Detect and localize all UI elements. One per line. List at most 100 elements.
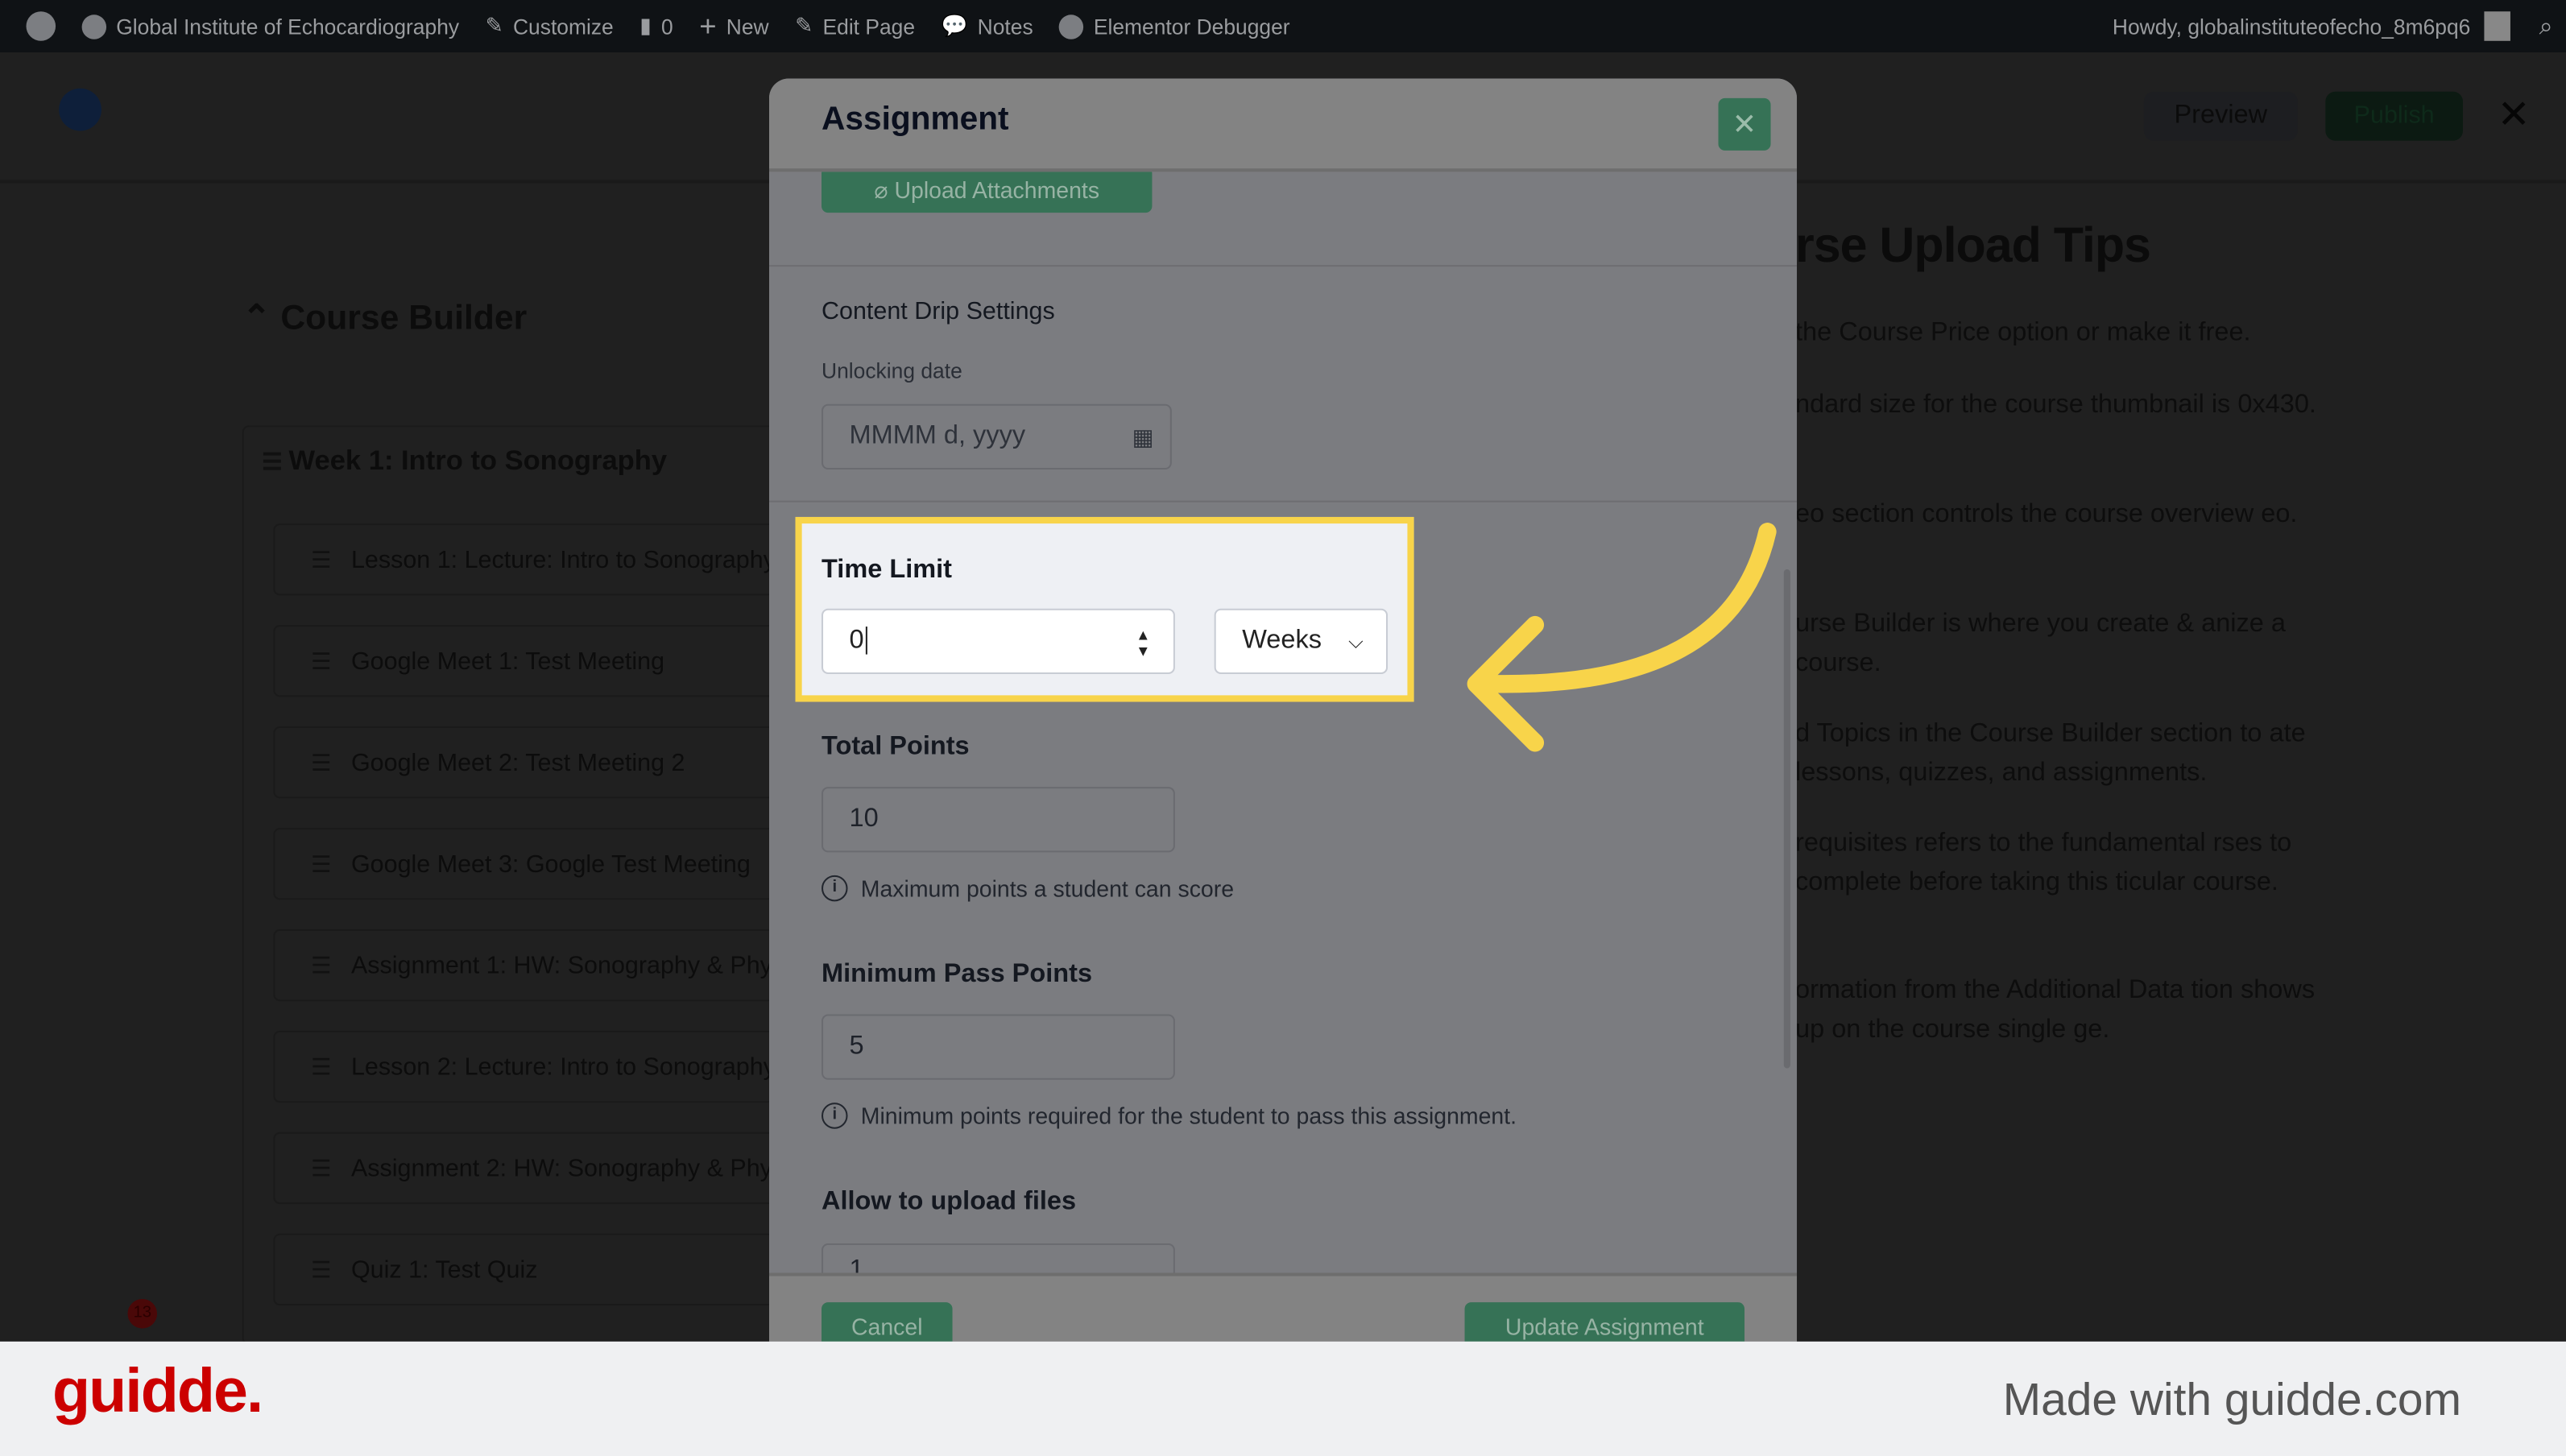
tip-text: ndard size for the course thumbnail is 0… — [1794, 391, 2316, 420]
course-builder-label: Course Builder — [280, 299, 528, 337]
drag-handle-icon[interactable]: ☰ — [311, 1255, 332, 1284]
notification-badge[interactable]: 13 — [127, 1299, 158, 1329]
site-name: Global Institute of Echocardiography — [116, 14, 460, 39]
made-with-text: Made with guidde.com — [2002, 1374, 2461, 1425]
tip-text: eo section controls the course overview … — [1794, 500, 2298, 529]
drag-handle-icon[interactable]: ☰ — [311, 1053, 332, 1081]
drag-handle-icon[interactable]: ☰ — [311, 748, 332, 776]
date-placeholder: MMMM d, yyyy — [849, 422, 1026, 450]
unlocking-date-input[interactable]: MMMM d, yyyy ▦ — [822, 403, 1172, 470]
guidde-footer: guidde. Made with guidde.com — [0, 1341, 2566, 1456]
comments-link[interactable]: ▮ 0 — [639, 13, 673, 39]
publish-button[interactable]: Publish — [2325, 91, 2464, 141]
notes-label: Notes — [977, 14, 1033, 39]
list-item[interactable]: ☰ Assignment 1: HW: Sonography & Physics — [273, 929, 781, 1002]
list-item[interactable]: ☰ Lesson 1: Lecture: Intro to Sonography — [273, 523, 781, 596]
total-points-help: i Maximum points a student can score — [822, 875, 1234, 902]
arrow-annotation — [1467, 523, 1777, 752]
drag-handle-icon[interactable]: ☰ — [262, 449, 288, 475]
tip-text: the Course Price option or make it free. — [1794, 319, 2251, 347]
item-label: Google Meet 1: Test Meeting — [350, 647, 665, 675]
total-points-label: Total Points — [822, 733, 970, 761]
calendar-icon[interactable]: ▦ — [1132, 406, 1154, 468]
list-item[interactable]: ☰ Lesson 2: Lecture: Intro to Sonography — [273, 1030, 781, 1103]
min-pass-help: i Minimum points required for the student… — [822, 1102, 1517, 1129]
min-pass-value: 5 — [849, 1032, 864, 1061]
item-label: Lesson 1: Lecture: Intro to Sonography — [350, 545, 776, 574]
time-limit-highlight: Time Limit 0 ▲ ▼ Weeks ⌵ — [795, 516, 1414, 702]
item-label: Assignment 2: HW: Sonography & Physics — [350, 1154, 781, 1182]
upload-files-label: Allow to upload files — [822, 1187, 1077, 1216]
drag-handle-icon[interactable]: ☰ — [311, 850, 332, 878]
tip-text: requisites refers to the fundamental rse… — [1794, 829, 2292, 897]
upload-label: Upload Attachments — [894, 176, 1100, 203]
item-label: Google Meet 2: Test Meeting 2 — [350, 748, 685, 776]
cancel-button[interactable]: Cancel — [822, 1302, 953, 1342]
modal-header: Assignment ✕ — [768, 78, 1798, 172]
update-assignment-button[interactable]: Update Assignment — [1464, 1302, 1745, 1342]
item-label: Quiz 1: Test Quiz — [350, 1255, 538, 1284]
divider — [768, 500, 1798, 503]
edit-page-link[interactable]: ✎ Edit Page — [795, 13, 915, 39]
site-name-link[interactable]: Global Institute of Echocardiography — [81, 14, 460, 39]
admin-bar: Global Institute of Echocardiography ✎ Cu… — [0, 0, 2566, 53]
info-icon — [1059, 14, 1084, 39]
course-builder-title[interactable]: ⌃ Course Builder — [242, 298, 527, 339]
close-editor-icon[interactable]: ✕ — [2498, 92, 2531, 139]
new-link[interactable]: + New — [699, 9, 768, 43]
help-text: Minimum points required for the student … — [860, 1102, 1517, 1129]
pencil-icon: ✎ — [795, 13, 813, 38]
time-limit-label: Time Limit — [822, 556, 952, 585]
divider — [768, 265, 1798, 267]
item-label: Lesson 2: Lecture: Intro to Sonography — [350, 1053, 776, 1081]
min-pass-label: Minimum Pass Points — [822, 960, 1093, 989]
modal-footer: Cancel Update Assignment — [768, 1272, 1798, 1342]
customize-label: Customize — [512, 14, 614, 39]
info-icon: i — [822, 1102, 848, 1129]
site-logo-icon — [59, 88, 101, 131]
drag-handle-icon[interactable]: ☰ — [311, 1154, 332, 1182]
topic-title[interactable]: ☰ Week 1: Intro to Sonography — [262, 445, 667, 478]
tips-title: rse Upload Tips — [1794, 219, 2151, 274]
time-unit-select[interactable]: Weeks ⌵ — [1214, 608, 1389, 674]
debugger-label: Elementor Debugger — [1093, 14, 1290, 39]
list-item[interactable]: ☰ Google Meet 1: Test Meeting — [273, 625, 781, 697]
list-item[interactable]: ☰ Assignment 2: HW: Sonography & Physics — [273, 1131, 781, 1205]
customize-link[interactable]: ✎ Customize — [486, 13, 614, 39]
time-unit-value: Weeks — [1242, 627, 1322, 655]
total-points-input[interactable]: 10 — [822, 787, 1175, 853]
time-limit-input[interactable]: 0 ▲ ▼ — [822, 608, 1175, 674]
drag-handle-icon[interactable]: ☰ — [311, 951, 332, 979]
topic-label: Week 1: Intro to Sonography — [288, 445, 668, 477]
item-label: Assignment 1: HW: Sonography & Physics — [350, 951, 781, 979]
list-item[interactable]: ☰ Google Meet 2: Test Meeting 2 — [273, 726, 781, 799]
notes-link[interactable]: 💬 Notes — [942, 13, 1033, 39]
min-pass-input[interactable]: 5 — [822, 1014, 1175, 1080]
dashboard-icon — [81, 14, 107, 39]
close-icon[interactable]: ✕ — [1718, 97, 1771, 151]
wordpress-logo-icon[interactable] — [26, 11, 56, 41]
upload-attachments-button[interactable]: ⌀ Upload Attachments — [822, 167, 1153, 213]
total-points-value: 10 — [849, 805, 879, 833]
paperclip-icon: ⌀ — [874, 176, 895, 203]
comments-count: 0 — [661, 14, 673, 39]
comment-icon: ▮ — [639, 13, 652, 38]
list-item[interactable]: ☰ Google Meet 3: Google Test Meeting — [273, 827, 781, 900]
drag-handle-icon[interactable]: ☰ — [311, 647, 332, 675]
preview-button[interactable]: Preview — [2143, 91, 2298, 141]
list-item[interactable]: ☰ Quiz 1: Test Quiz — [273, 1233, 781, 1306]
info-icon: i — [822, 875, 848, 902]
plus-icon: + — [699, 9, 717, 42]
avatar[interactable] — [2483, 11, 2510, 41]
brush-icon: ✎ — [485, 13, 503, 38]
tip-text: urse Builder is where you create & anize… — [1794, 610, 2286, 678]
howdy-user[interactable]: Howdy, globalinstituteofecho_8m6pq6 — [2113, 14, 2470, 38]
stepper-icon[interactable]: ▲ ▼ — [1136, 610, 1150, 660]
drag-handle-icon[interactable]: ☰ — [311, 546, 332, 574]
edit-page-label: Edit Page — [822, 14, 916, 39]
search-icon[interactable]: ⌕ — [2539, 12, 2553, 40]
chevron-down-icon: ⌵ — [1348, 630, 1364, 653]
new-label: New — [726, 14, 769, 39]
debugger-link[interactable]: Elementor Debugger — [1059, 14, 1290, 39]
item-label: Google Meet 3: Google Test Meeting — [350, 850, 751, 878]
